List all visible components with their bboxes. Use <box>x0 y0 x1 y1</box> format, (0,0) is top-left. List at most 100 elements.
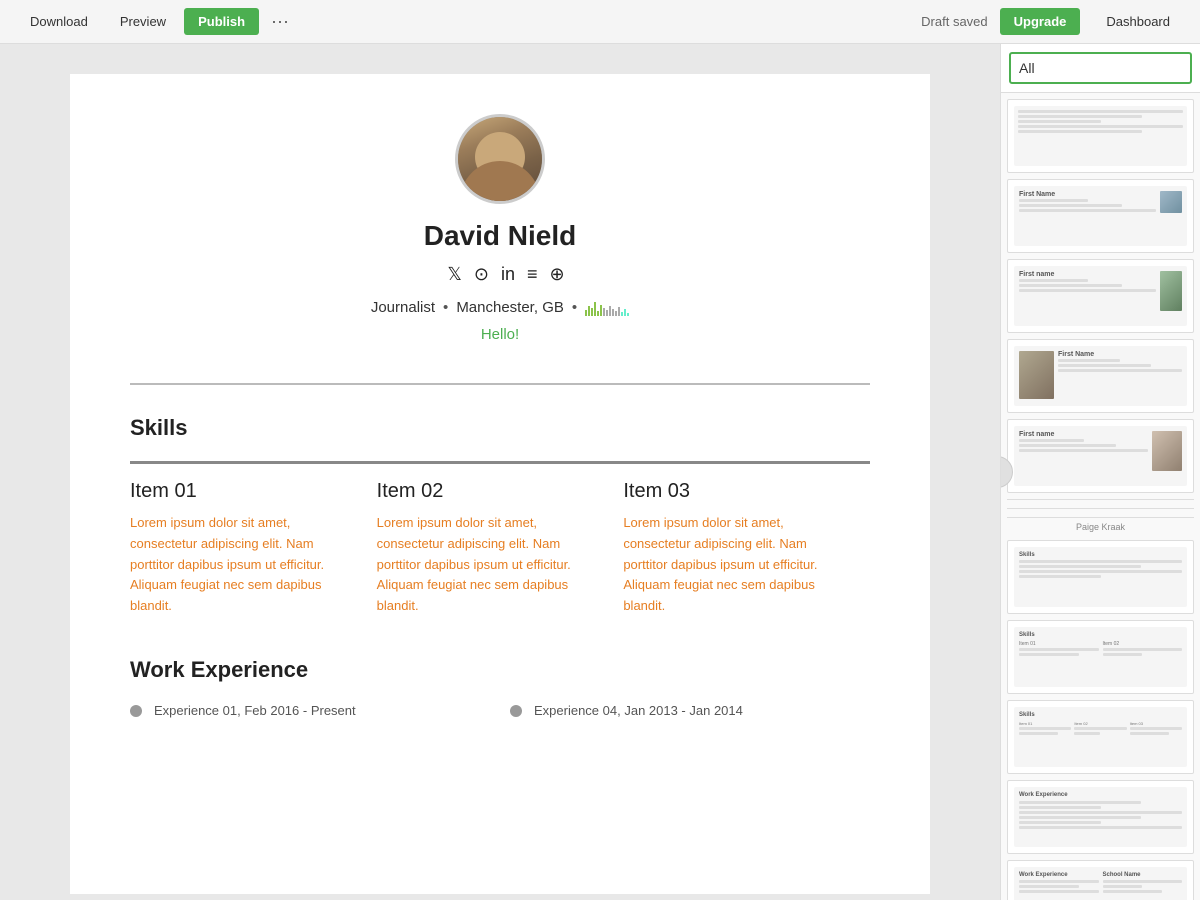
thumb-line <box>1130 727 1182 730</box>
thumb-work-col-b: School Name <box>1103 872 1183 895</box>
thumb-line <box>1019 199 1088 202</box>
thumb-col-e: Item 03 <box>1130 721 1182 737</box>
thumb-work-col-a: Work Experience <box>1019 872 1099 895</box>
preview-button[interactable]: Preview <box>106 8 180 35</box>
thumb-inner-3: First Name <box>1014 346 1187 406</box>
thumb-name-label-4: First name <box>1019 431 1148 438</box>
more-options-button[interactable]: ··· <box>263 7 297 36</box>
thumb-inner-5: Skills <box>1014 547 1187 607</box>
thumb-line <box>1019 727 1071 730</box>
thumb-line <box>1019 444 1116 447</box>
thumb-line <box>1103 885 1143 888</box>
thumb-line <box>1019 826 1182 829</box>
skill-1-text: Lorem ipsum dolor sit amet, consectetur … <box>130 513 347 617</box>
skills-section: Skills Item 01 Lorem ipsum dolor sit ame… <box>130 415 870 617</box>
thumb-line <box>1058 359 1120 362</box>
skill-3-text: Lorem ipsum dolor sit amet, consectetur … <box>623 513 840 617</box>
thumb-work-label-9b: School Name <box>1103 872 1183 878</box>
thumb-col-label-d: Item 02 <box>1074 721 1126 726</box>
template-thumb-0[interactable] <box>1007 99 1194 173</box>
sidebar-filter: All Modern Classic Creative <box>1001 44 1200 93</box>
template-thumb-2[interactable]: First name <box>1007 259 1194 333</box>
profile-subtitle: Journalist • Manchester, GB • <box>130 299 870 316</box>
thumb-line <box>1019 570 1182 573</box>
thumb-skills-label-5: Skills <box>1019 552 1182 558</box>
thumb-photo-2 <box>1160 271 1182 311</box>
dribbble-icon[interactable]: ⊕ <box>550 264 565 285</box>
thumb-line <box>1019 279 1088 282</box>
work-title: Work Experience <box>130 657 870 683</box>
linkedin-icon[interactable]: in <box>501 264 515 285</box>
skill-item-1: Item 01 Lorem ipsum dolor sit amet, cons… <box>130 461 377 617</box>
thumb-inner-9: Work Experience School Name <box>1014 867 1187 900</box>
thumb-line <box>1103 653 1143 656</box>
work-grid: Experience 01, Feb 2016 - Present Experi… <box>130 703 870 718</box>
thumb-text-2: First name <box>1019 271 1156 311</box>
thumb-layout-1: First Name <box>1014 186 1187 219</box>
template-thumb-3[interactable]: First Name <box>1007 339 1194 413</box>
canvas: David Nield  𝕏 ⊙ in ≡ ⊕ Journalist • Ma… <box>0 44 1000 900</box>
thumb-col-b: Item 02 <box>1103 641 1183 658</box>
thumb-line <box>1019 648 1099 651</box>
avatar <box>455 114 545 204</box>
thumb-cols-6: Item 01 Item 02 <box>1019 641 1182 658</box>
thumb-line <box>1019 801 1141 804</box>
topbar-left: Download Preview Publish ··· <box>16 7 297 36</box>
profile-name: David Nield <box>130 220 870 252</box>
thumb-inner-1: First Name <box>1014 186 1187 246</box>
thumb-photo-4 <box>1152 431 1182 471</box>
right-sidebar: › All Modern Classic Creative <box>1000 44 1200 900</box>
thumb-line <box>1018 130 1142 133</box>
thumb-line <box>1018 115 1142 118</box>
thumb-col-d: Item 02 <box>1074 721 1126 737</box>
topbar-right: Draft saved Upgrade Dashboard <box>921 8 1184 35</box>
template-thumb-5[interactable]: Skills <box>1007 540 1194 614</box>
thumb-inner-7: Skills Item 01 Item 02 <box>1014 707 1187 767</box>
thumb-layout-9: Work Experience School Name <box>1014 867 1187 900</box>
thumb-line <box>1019 653 1079 656</box>
skill-item-2: Item 02 Lorem ipsum dolor sit amet, cons… <box>377 461 624 617</box>
publish-button[interactable]: Publish <box>184 8 259 35</box>
thumb-line <box>1019 806 1101 809</box>
template-thumb-4[interactable]: First name <box>1007 419 1194 493</box>
work-item-2-label: Experience 04, Jan 2013 - Jan 2014 <box>534 703 743 718</box>
template-thumb-6[interactable]: Skills Item 01 Item 02 <box>1007 620 1194 694</box>
topbar: Download Preview Publish ··· Draft saved… <box>0 0 1200 44</box>
template-filter-select[interactable]: All Modern Classic Creative <box>1009 52 1192 84</box>
stack-icon[interactable]: ≡ <box>527 264 538 285</box>
draft-saved-status: Draft saved <box>921 14 987 29</box>
template-thumb-1[interactable]: First Name <box>1007 179 1194 253</box>
separator-dot-1: • <box>443 299 448 316</box>
template-thumb-9[interactable]: Work Experience School Name <box>1007 860 1194 900</box>
avatar-image <box>458 117 542 201</box>
thumb-col-label-b: Item 02 <box>1103 641 1183 647</box>
thumb-layout-8: Work Experience <box>1014 787 1187 836</box>
skill-1-title: Item 01 <box>130 480 347 503</box>
thumb-inner-2: First name <box>1014 266 1187 326</box>
work-experience-section: Work Experience Experience 01, Feb 2016 … <box>130 657 870 718</box>
thumb-photo-3 <box>1019 351 1054 399</box>
thumb-text-1: First Name <box>1019 191 1156 214</box>
upgrade-button[interactable]: Upgrade <box>1000 8 1081 35</box>
work-item-2: Experience 04, Jan 2013 - Jan 2014 <box>510 703 870 718</box>
skill-3-title: Item 03 <box>623 480 840 503</box>
github-icon[interactable]: ⊙ <box>474 264 489 285</box>
work-item-1: Experience 01, Feb 2016 - Present <box>130 703 490 718</box>
profile-section: David Nield  𝕏 ⊙ in ≡ ⊕ Journalist • Ma… <box>130 114 870 373</box>
thumb-line <box>1019 449 1148 452</box>
template-thumb-8[interactable]: Work Experience <box>1007 780 1194 854</box>
thumb-photo-1 <box>1160 191 1182 213</box>
thumb-line <box>1074 727 1126 730</box>
thumb-layout-7: Skills Item 01 Item 02 <box>1014 707 1187 742</box>
thumb-line <box>1103 648 1183 651</box>
social-icons:  𝕏 ⊙ in ≡ ⊕ <box>130 264 870 285</box>
thumb-line <box>1103 890 1163 893</box>
twitter-icon[interactable]: 𝕏 <box>447 264 462 285</box>
thumb-line <box>1019 284 1122 287</box>
thumb-line <box>1018 120 1101 123</box>
template-thumb-7[interactable]: Skills Item 01 Item 02 <box>1007 700 1194 774</box>
thumb-line <box>1019 890 1099 893</box>
dashboard-button[interactable]: Dashboard <box>1092 8 1184 35</box>
download-button[interactable]: Download <box>16 8 102 35</box>
thumb-inner-4: First name <box>1014 426 1187 486</box>
